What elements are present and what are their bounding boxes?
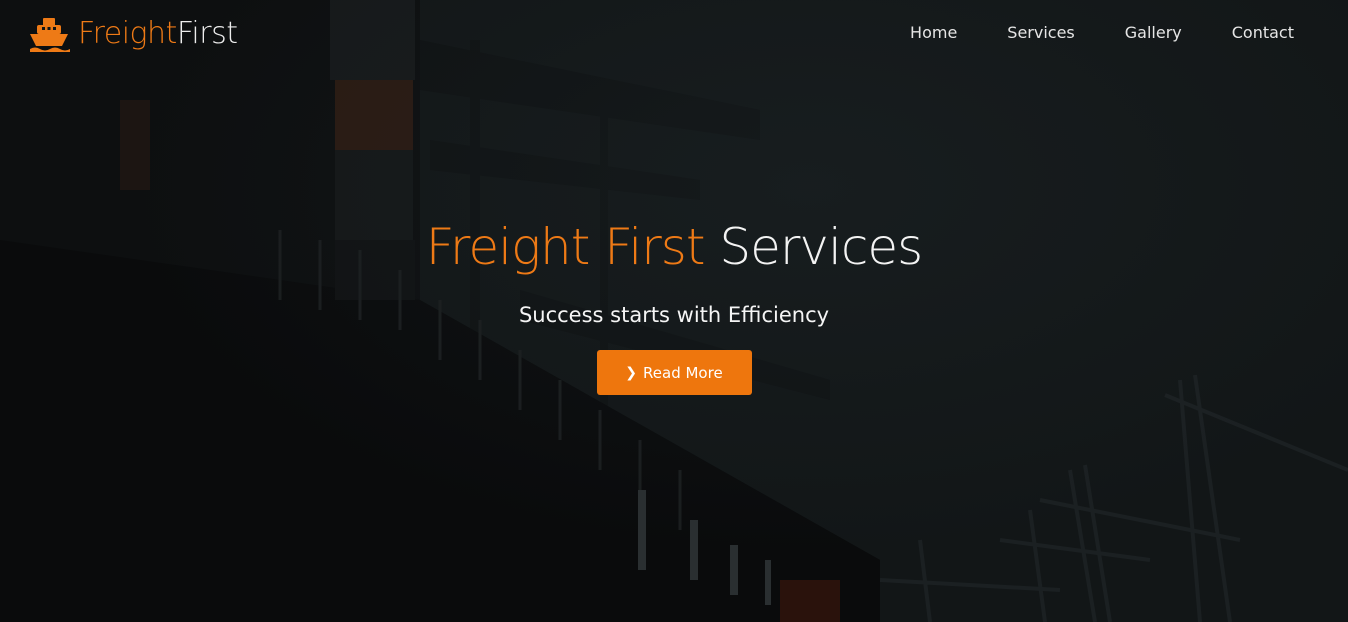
ship-icon <box>30 18 70 52</box>
nav-item-home: Home <box>910 22 957 44</box>
read-more-label: Read More <box>643 363 723 382</box>
brand-logo-link[interactable]: FreightFirst <box>28 14 238 54</box>
chevron-right-icon: ❯ <box>625 364 638 381</box>
nav-item-gallery: Gallery <box>1125 22 1182 44</box>
nav-link-services[interactable]: Services <box>1007 23 1074 42</box>
hero-content: Freight First Services Success starts wi… <box>0 214 1348 395</box>
main-nav: Home Services Gallery Contact <box>910 22 1294 44</box>
hero-title-rest: Services <box>719 218 923 276</box>
brand-name-part1: Freight <box>78 16 177 51</box>
navbar: FreightFirst Home Services Gallery Conta… <box>0 0 1348 68</box>
nav-link-contact[interactable]: Contact <box>1232 23 1294 42</box>
hero-section: FreightFirst Home Services Gallery Conta… <box>0 0 1348 622</box>
hero-title: Freight First Services <box>0 214 1348 280</box>
nav-link-gallery[interactable]: Gallery <box>1125 23 1182 42</box>
brand-name: FreightFirst <box>78 14 238 54</box>
nav-item-contact: Contact <box>1232 22 1294 44</box>
read-more-button[interactable]: ❯ Read More <box>596 350 752 395</box>
hero-title-accent: Freight First <box>425 218 706 276</box>
nav-item-services: Services <box>1007 22 1074 44</box>
nav-link-home[interactable]: Home <box>910 23 957 42</box>
hero-subtitle: Success starts with Efficiency <box>518 303 830 327</box>
brand-name-part2: First <box>176 16 238 51</box>
